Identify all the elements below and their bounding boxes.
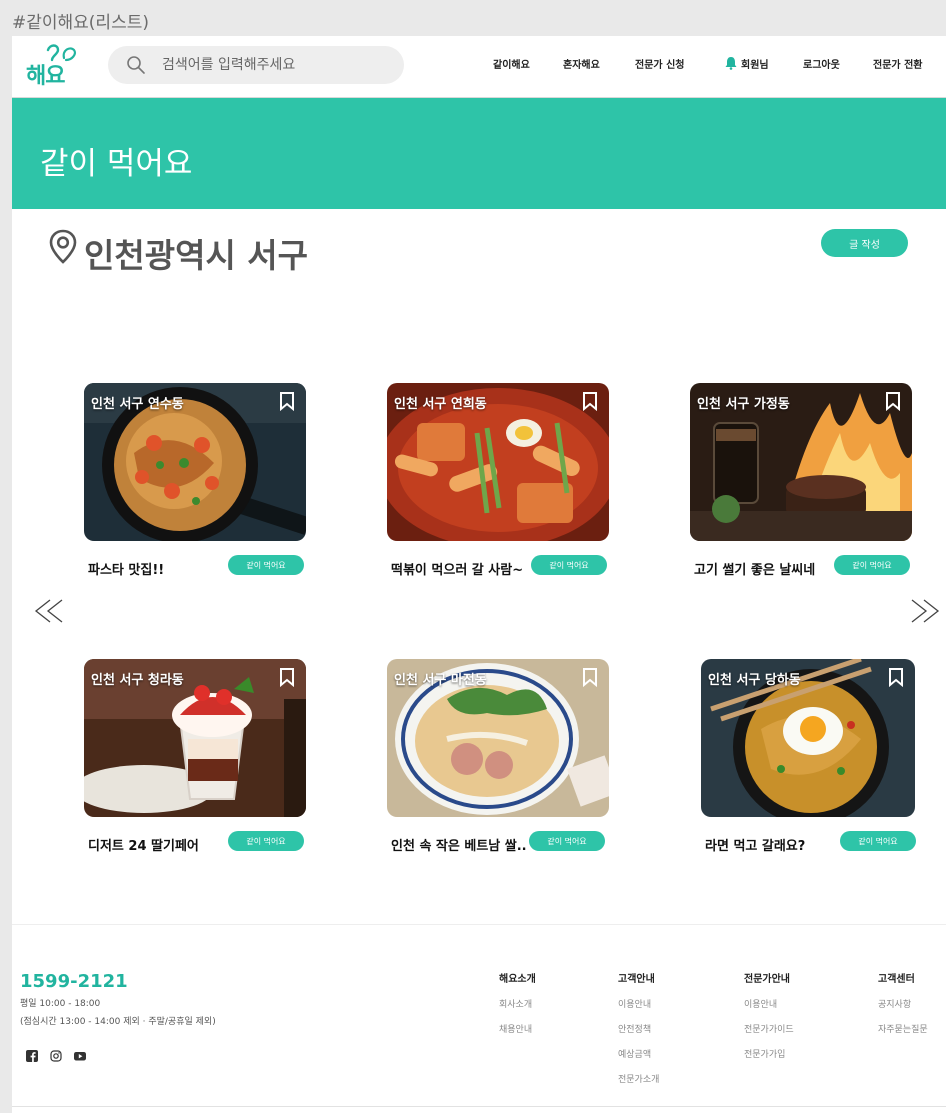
bookmark-icon[interactable] [278,391,296,411]
footer-link[interactable]: 안전정책 [618,1022,659,1035]
join-button[interactable]: 같이 먹어요 [531,555,607,575]
post-image-ramen[interactable]: 인천 서구 당하동 [701,659,915,817]
footer-link[interactable]: 전문가가이드 [744,1022,794,1035]
footer-link[interactable]: 전문가가입 [744,1047,794,1060]
footer-bottom-line [12,1106,946,1107]
post-card[interactable]: 인천 서구 연희동 떡볶이 먹으러 갈 사람~ 같이 먹어요 [387,383,617,583]
youtube-icon[interactable] [74,1050,86,1062]
bookmark-icon[interactable] [887,667,905,687]
post-image-pasta[interactable]: 인천 서구 연수동 [84,383,306,541]
footer-column-title: 고객안내 [618,974,655,985]
post-location: 인천 서구 연수동 [91,397,184,412]
footer-column-guide: 고객안내 이용안내 안전정책 예상금액 전문가소개 [618,970,659,1097]
bookmark-icon[interactable] [581,667,599,687]
footer-column-about: 해요소개 회사소개 채용안내 [499,970,536,1047]
join-button[interactable]: 같이 먹어요 [228,831,304,851]
post-title[interactable]: 라면 먹고 갈래요? [705,835,805,854]
bookmark-icon[interactable] [581,391,599,411]
post-card[interactable]: 인천 서구 마전동 인천 속 작은 베트남 쌀.. 같이 먹어요 [387,659,617,859]
join-button[interactable]: 같이 먹어요 [834,555,910,575]
logo-text: 해요 [26,64,65,89]
instagram-icon[interactable] [50,1050,62,1062]
header: 해요 같이해요 혼자해요 전문가 신청 회원님 로그아웃 전문가 전환 [12,36,946,98]
post-title[interactable]: 떡볶이 먹으러 갈 사람~ [391,559,523,578]
post-image-steak[interactable]: 인천 서구 가정동 [690,383,912,541]
post-card[interactable]: 인천 서구 청라동 디저트 24 딸기페어 같이 먹어요 [84,659,314,859]
post-title[interactable]: 파스타 맛집!! [88,559,164,578]
next-arrow-icon[interactable] [906,596,942,626]
post-image-pho[interactable]: 인천 서구 마전동 [387,659,609,817]
page: 해요 같이해요 혼자해요 전문가 신청 회원님 로그아웃 전문가 전환 같이 먹… [12,36,946,1113]
footer-link[interactable]: 채용안내 [499,1022,536,1035]
footer-divider [12,924,946,925]
post-card[interactable]: 인천 서구 당하동 라면 먹고 갈래요? 같이 먹어요 [701,659,931,859]
post-location: 인천 서구 당하동 [708,673,801,688]
footer-link[interactable]: 예상금액 [618,1047,659,1060]
prev-arrow-icon[interactable] [32,596,68,626]
post-location: 인천 서구 가정동 [697,397,790,412]
nav-logout[interactable]: 로그아웃 [803,56,840,71]
facebook-icon[interactable] [26,1050,38,1062]
banner-title: 같이 먹어요 [40,146,193,182]
footer-link[interactable]: 회사소개 [499,997,536,1010]
footer-column-title: 전문가안내 [744,974,790,985]
search-bar[interactable] [108,46,404,84]
bookmark-icon[interactable] [278,667,296,687]
footer-link[interactable]: 전문가소개 [618,1072,659,1085]
post-location: 인천 서구 청라동 [91,673,184,688]
join-button[interactable]: 같이 먹어요 [529,831,605,851]
footer-link[interactable]: 자주묻는질문 [878,1022,928,1035]
nav-expert-switch[interactable]: 전문가 전환 [873,56,922,71]
frame-label: #같이해요(리스트) [12,13,149,33]
footer-link[interactable]: 이용안내 [618,997,659,1010]
search-input[interactable] [162,46,392,84]
footer-column-title: 해요소개 [499,974,536,985]
post-card[interactable]: 인천 서구 연수동 파스타 맛집!! 같이 먹어요 [84,383,314,583]
footer-link[interactable]: 이용안내 [744,997,794,1010]
search-icon[interactable] [126,55,146,75]
post-title[interactable]: 디저트 24 딸기페어 [88,835,199,854]
post-card[interactable]: 인천 서구 가정동 고기 썰기 좋은 날씨네 같이 먹어요 [690,383,920,583]
join-button[interactable]: 같이 먹어요 [228,555,304,575]
bell-icon[interactable] [724,56,738,70]
footer-hours: 평일 10:00 - 18:00 [20,999,101,1009]
footer-column-title: 고객센터 [878,974,915,985]
footer-column-support: 고객센터 공지사항 자주묻는질문 [878,970,928,1047]
post-title[interactable]: 인천 속 작은 베트남 쌀.. [391,835,527,854]
join-button[interactable]: 같이 먹어요 [840,831,916,851]
bookmark-icon[interactable] [884,391,902,411]
logo[interactable]: 해요 [26,44,90,92]
footer-column-expert: 전문가안내 이용안내 전문가가이드 전문가가입 [744,970,794,1072]
post-image-parfait[interactable]: 인천 서구 청라동 [84,659,306,817]
nav-alone[interactable]: 혼자해요 [563,56,600,71]
write-post-button[interactable]: 글 작성 [821,229,908,257]
post-location: 인천 서구 마전동 [394,673,487,688]
location-pin-icon [49,229,77,264]
nav-member[interactable]: 회원님 [741,56,769,71]
nav-expert-apply[interactable]: 전문가 신청 [635,56,684,71]
post-image-tteokbokki[interactable]: 인천 서구 연희동 [387,383,609,541]
footer-link[interactable]: 공지사항 [878,997,928,1010]
nav-together[interactable]: 같이해요 [493,56,530,71]
category-banner: 같이 먹어요 [12,98,946,209]
footer-lunch: (점심시간 13:00 - 14:00 제외 · 주말/공휴일 제외) [20,1017,216,1027]
post-location: 인천 서구 연희동 [394,397,487,412]
footer-phone: 1599-2121 [20,971,128,992]
location-title: 인천광역시 서구 [84,236,309,275]
post-title[interactable]: 고기 썰기 좋은 날씨네 [694,559,815,578]
